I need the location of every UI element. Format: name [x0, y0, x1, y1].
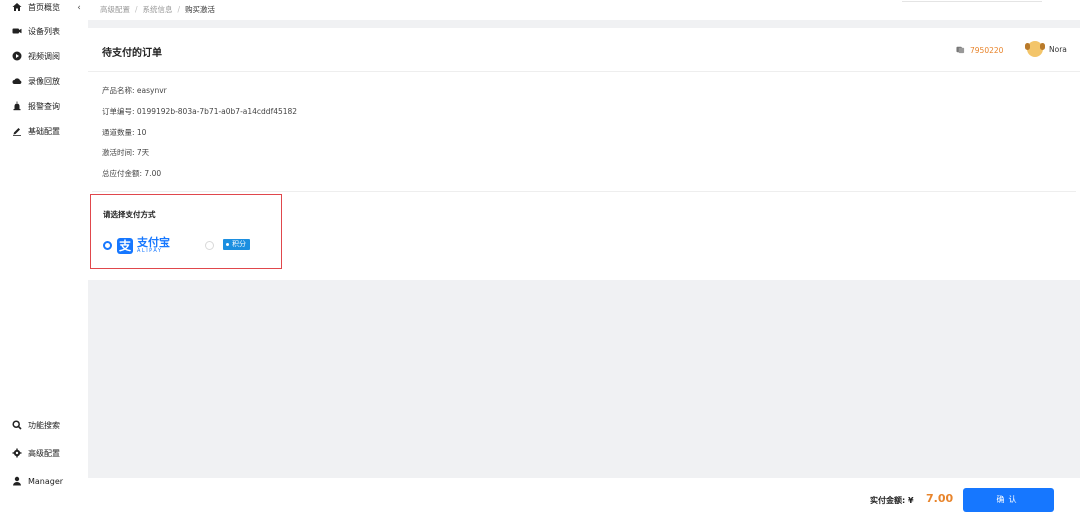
order-total-due: 总应付金额: 7.00: [102, 169, 162, 178]
order-activation-time: 激活时间: 7天: [102, 148, 150, 157]
order-card: 待支付的订单 7950220 Nora 产品名称: easynvr 订单编号: …: [88, 28, 1080, 280]
sidebar-item-label: 报警查询: [28, 101, 60, 111]
chevron-left-icon[interactable]: ‹: [74, 3, 84, 13]
edit-icon: [12, 126, 22, 136]
sidebar-item-label: 设备列表: [28, 26, 60, 36]
payment-method-box: 请选择支付方式 支 支付宝 ALIPAY 积分: [90, 194, 282, 269]
sidebar-item-label: 首页概览: [28, 2, 60, 12]
breadcrumb-separator: /: [135, 5, 138, 14]
payment-title: 请选择支付方式: [103, 210, 156, 219]
alipay-icon: 支: [117, 237, 133, 254]
user-menu[interactable]: Nora: [1025, 41, 1067, 57]
user-name: Nora: [1049, 44, 1067, 54]
points-balance[interactable]: 7950220: [956, 45, 1003, 56]
sidebar-item-devices[interactable]: 设备列表: [12, 24, 60, 38]
sidebar-item-alarm[interactable]: 报警查询: [12, 99, 60, 113]
sidebar-item-label: 视频调阅: [28, 51, 60, 61]
sidebar-item-label: 录像回放: [28, 76, 60, 86]
sidebar-item-label: 功能搜索: [28, 420, 60, 430]
home-icon: [12, 2, 22, 12]
total-amount: 7.00: [926, 492, 954, 505]
cloud-icon: [12, 76, 22, 86]
search-icon: [12, 420, 22, 430]
alarm-icon: [12, 101, 22, 111]
sidebar-item-config[interactable]: 基础配置: [12, 124, 60, 138]
alipay-label: 支付宝: [137, 236, 170, 249]
points-radio[interactable]: [205, 241, 214, 250]
total-label: 实付金额: ¥: [870, 496, 914, 505]
alipay-logo[interactable]: 支 支付宝 ALIPAY: [117, 237, 170, 254]
sidebar: 首页概览 ‹ 设备列表 视频调阅 录像回放 报警查询 基础配置 功能搜索 高级配…: [0, 0, 88, 516]
sidebar-item-video[interactable]: 视频调阅: [12, 49, 60, 63]
sidebar-item-advanced[interactable]: 高级配置: [12, 446, 60, 460]
alipay-label-en: ALIPAY: [137, 248, 163, 254]
coins-icon: [956, 45, 965, 56]
footer-bar: 实付金额: ¥ 7.00 确认: [88, 478, 1080, 516]
order-channel-count: 通道数量: 10: [102, 128, 147, 137]
sidebar-item-label: 基础配置: [28, 126, 60, 136]
sidebar-item-playback[interactable]: 录像回放: [12, 74, 60, 88]
play-icon: [12, 51, 22, 61]
card-header: 待支付的订单 7950220 Nora: [88, 28, 1080, 72]
breadcrumb-item[interactable]: 高级配置: [100, 5, 130, 14]
order-number: 订单编号: 0199192b-803a-7b71-a0b7-a14cddf451…: [102, 107, 298, 116]
sidebar-item-label: Manager: [28, 476, 64, 486]
confirm-button[interactable]: 确认: [963, 488, 1054, 512]
breadcrumb-current: 购买激活: [185, 5, 216, 14]
order-product-name: 产品名称: easynvr: [102, 86, 167, 95]
alipay-radio[interactable]: [103, 241, 112, 250]
breadcrumb-item[interactable]: 系统信息: [143, 5, 173, 14]
points-tag[interactable]: 积分: [223, 239, 250, 250]
breadcrumb-separator: /: [177, 5, 181, 14]
divider: [92, 191, 1076, 192]
top-search-field[interactable]: [902, 0, 1042, 2]
top-bar: 高级配置 / 系统信息 / 购买激活: [88, 0, 1080, 20]
sidebar-item-home[interactable]: 首页概览: [12, 0, 60, 14]
breadcrumb: 高级配置 / 系统信息 / 购买激活: [100, 4, 215, 15]
user-icon: [12, 476, 22, 486]
gear-icon: [12, 448, 22, 458]
sidebar-item-label: 高级配置: [28, 448, 60, 458]
avatar: [1025, 41, 1045, 57]
camera-icon: [12, 26, 22, 36]
sidebar-item-manager[interactable]: Manager: [12, 474, 63, 488]
sidebar-item-search[interactable]: 功能搜索: [12, 418, 60, 432]
points-value: 7950220: [970, 46, 1004, 55]
page-title: 待支付的订单: [102, 48, 162, 59]
